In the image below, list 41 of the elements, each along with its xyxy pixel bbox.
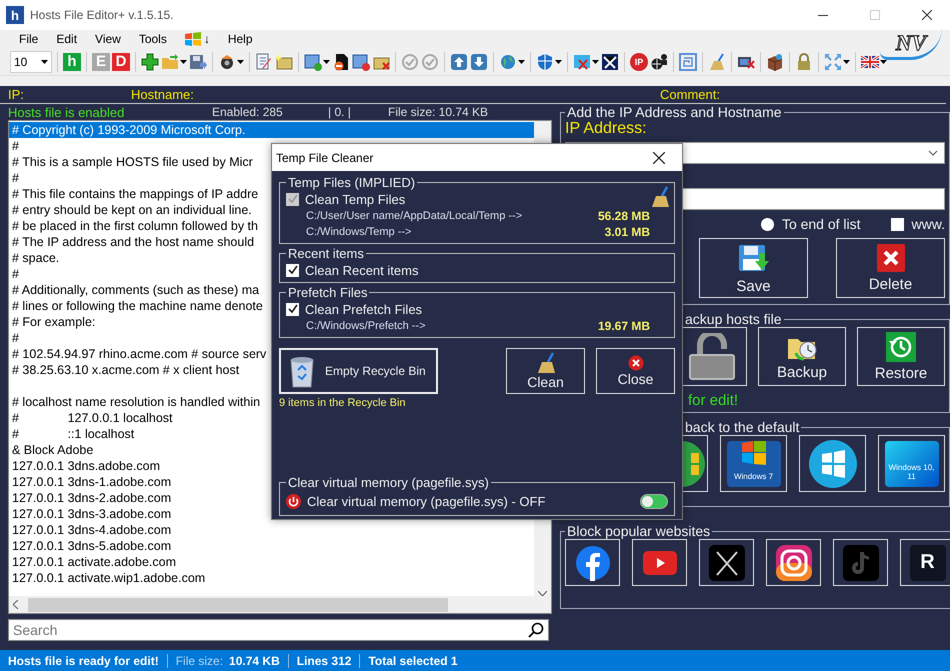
group-title: ackup hosts file <box>684 311 782 327</box>
status-value: 10.74 KB <box>229 654 280 668</box>
tile-label: Windows 10, 11 <box>888 462 936 480</box>
folder-size: 3.01 MB <box>604 225 650 239</box>
group-title: Temp Files (IMPLIED) <box>287 175 416 190</box>
hostname-column-header: Hostname: <box>131 87 195 102</box>
dialog-title: Temp File Cleaner <box>276 150 374 164</box>
position-marker: | 0. | <box>328 105 352 119</box>
status-value: Lines 312 <box>296 654 352 668</box>
group-title: Prefetch Files <box>287 285 368 300</box>
folder-size: 19.67 MB <box>598 319 650 333</box>
virtual-memory-label: Clear virtual memory (pagefile.sys) - OFF <box>307 494 546 508</box>
checkbox-label: Clean Prefetch Files <box>305 302 422 316</box>
group-title: back to the default <box>684 419 800 435</box>
window-title: Hosts File Editor+ v.1.5.15. <box>30 8 175 22</box>
enabled-count: Enabled: 285 <box>212 105 284 119</box>
checkbox-label: Clean Recent items <box>305 262 418 278</box>
group-title: Add the IP Address and Hostname <box>566 104 783 120</box>
radio-label: To end of list <box>782 216 861 232</box>
group-title: Block popular websites <box>566 523 712 539</box>
group-title: Clear virtual memory (pagefile.sys) <box>287 475 490 490</box>
hosts-status: Hosts file is enabled <box>8 104 126 120</box>
ip-address-label: IP Address: <box>565 120 648 138</box>
status-label: File size: <box>176 654 224 668</box>
folder-path: C:/User/User name/AppData/Local/Temp --> <box>306 210 522 222</box>
tile-label: Windows 7 <box>732 472 774 480</box>
checkbox-label: www. <box>912 216 945 232</box>
folder-size: 56.28 MB <box>598 209 650 223</box>
r-logo-tile: R <box>910 544 946 580</box>
status-message: Hosts file is ready for edit! <box>8 654 159 668</box>
status-value: Total selected 1 <box>368 654 458 668</box>
checkbox-label: Clean Temp Files <box>305 192 406 206</box>
folder-path: C:/Windows/Temp --> <box>306 226 412 238</box>
comment-column-header: Comment: <box>660 87 720 102</box>
file-size: File size: 10.74 KB <box>388 105 490 119</box>
ip-column-header: IP: <box>8 87 25 102</box>
app-icon: h <box>6 6 24 24</box>
edit-status: for edit! <box>687 392 740 409</box>
folder-path: C:/Windows/Prefetch --> <box>306 320 426 332</box>
recycle-bin-count: 9 items in the Recycle Bin <box>279 397 407 409</box>
group-title: Recent items <box>287 246 365 261</box>
